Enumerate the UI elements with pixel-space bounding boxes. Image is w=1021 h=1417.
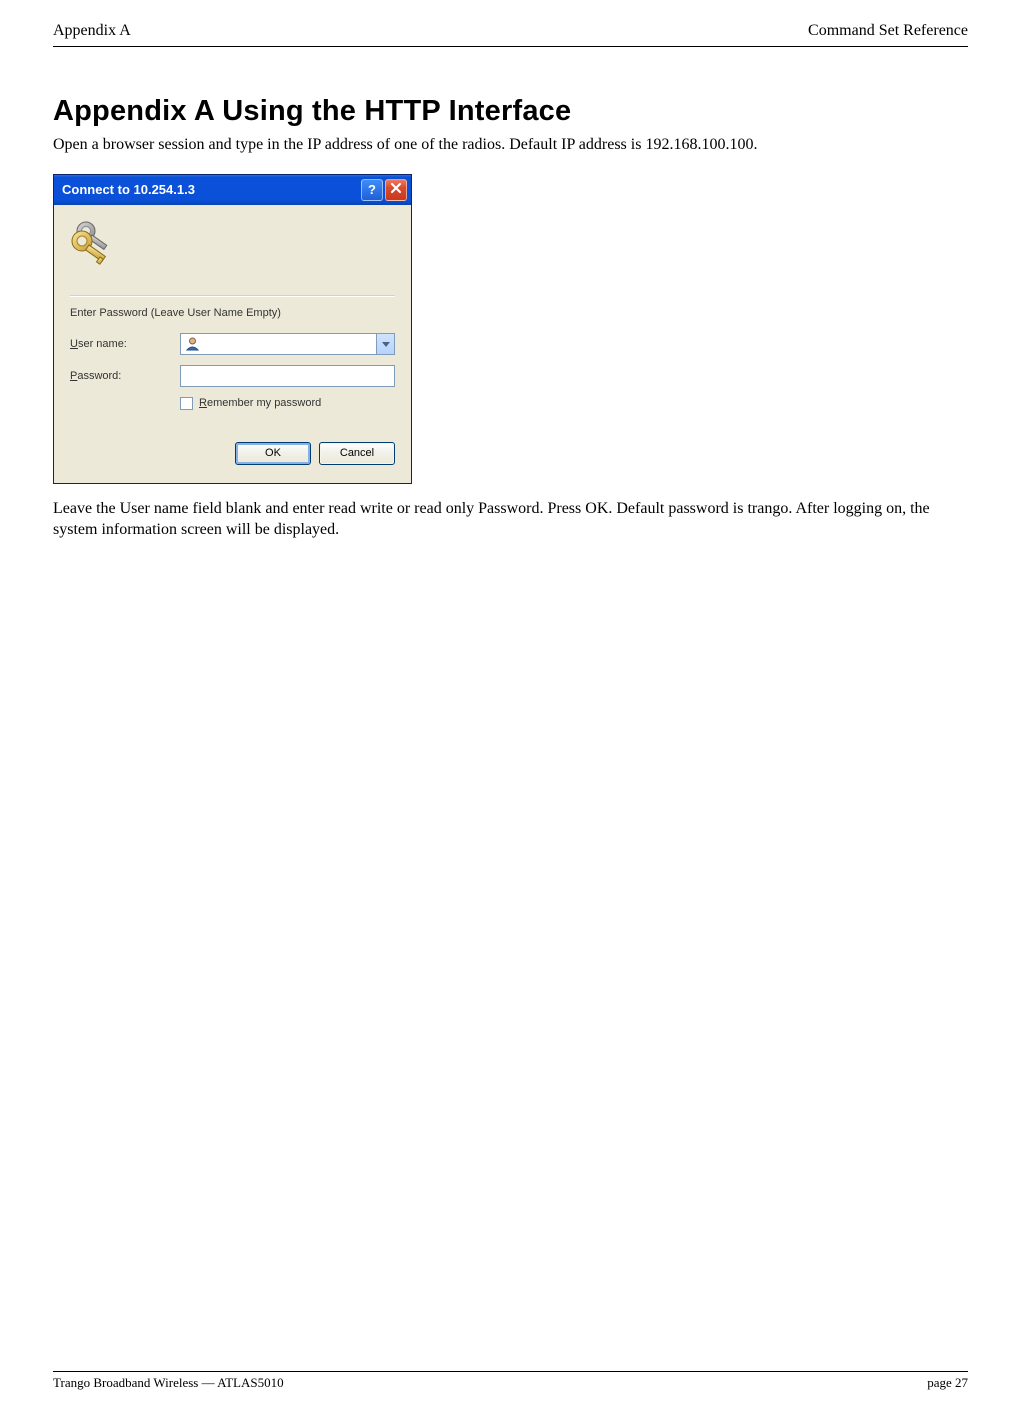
dialog-titlebar: Connect to 10.254.1.3 ? (54, 175, 411, 205)
header-right: Command Set Reference (808, 22, 968, 40)
intro-text: Open a browser session and type in the I… (53, 134, 968, 156)
dialog-button-row: OK Cancel (70, 442, 395, 465)
outro-text: Leave the User name field blank and ente… (53, 498, 968, 541)
remember-row: Remember my password (180, 397, 395, 410)
username-field[interactable] (180, 333, 395, 355)
footer-right: page 27 (927, 1375, 968, 1391)
password-field[interactable] (180, 365, 395, 387)
close-icon (390, 182, 402, 197)
username-row: User name: (70, 333, 395, 355)
remember-checkbox[interactable] (180, 397, 193, 410)
header-rule (53, 46, 968, 47)
cancel-button[interactable]: Cancel (319, 442, 395, 465)
username-label: User name: (70, 338, 180, 350)
auth-dialog: Connect to 10.254.1.3 ? (53, 174, 412, 484)
page-title: Appendix A Using the HTTP Interface (53, 95, 968, 128)
header-left: Appendix A (53, 22, 131, 40)
dialog-prompt: Enter Password (Leave User Name Empty) (70, 307, 395, 319)
password-row: Password: (70, 365, 395, 387)
footer-left: Trango Broadband Wireless — ATLAS5010 (53, 1375, 284, 1391)
chevron-down-icon (382, 337, 390, 351)
dialog-body: Enter Password (Leave User Name Empty) U… (54, 205, 411, 483)
footer-rule (53, 1371, 968, 1372)
dialog-title: Connect to 10.254.1.3 (62, 182, 359, 197)
ok-button[interactable]: OK (235, 442, 311, 465)
username-dropdown-button[interactable] (376, 334, 394, 354)
remember-label: Remember my password (199, 397, 321, 409)
user-icon (185, 336, 200, 351)
help-button[interactable]: ? (361, 179, 383, 201)
password-label: Password: (70, 370, 180, 382)
keys-icon (70, 219, 118, 267)
page-footer: Trango Broadband Wireless — ATLAS5010 pa… (53, 1371, 968, 1391)
close-button[interactable] (385, 179, 407, 201)
dialog-divider (70, 295, 395, 297)
help-icon: ? (368, 182, 376, 197)
page-header: Appendix A Command Set Reference (53, 22, 968, 40)
dialog-icon-row (70, 219, 395, 277)
